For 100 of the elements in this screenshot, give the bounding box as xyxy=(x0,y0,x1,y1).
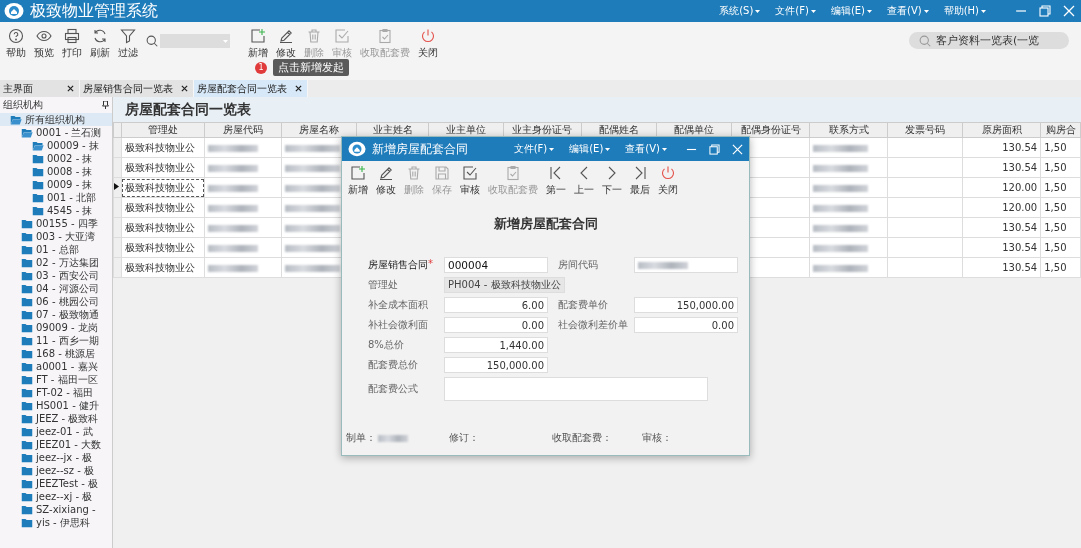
folder-icon xyxy=(21,322,33,333)
folder-icon xyxy=(21,361,33,372)
close-icon[interactable] xyxy=(295,85,302,92)
number-field[interactable]: 1,440.00 xyxy=(444,337,548,353)
tab[interactable]: 房屋配套合同一览表 xyxy=(194,80,308,97)
tab[interactable]: 房屋销售合同一览表 xyxy=(80,80,194,97)
restore-icon[interactable] xyxy=(709,143,720,155)
number-field[interactable]: 0.00 xyxy=(444,317,548,333)
toolbar-button[interactable]: 关闭 xyxy=(654,164,682,198)
menu-item[interactable]: 编辑(E) xyxy=(830,4,872,18)
tree-item[interactable]: 0002 - 抹 xyxy=(0,152,112,165)
toolbar-button[interactable]: 下一 xyxy=(598,164,626,198)
tree-item[interactable]: 001 - 北部 xyxy=(0,191,112,204)
folder-icon xyxy=(21,335,33,346)
tree-item[interactable]: 所有组织机构 xyxy=(0,113,112,126)
text-field[interactable]: 000004 xyxy=(444,257,548,273)
menu-item[interactable]: 文件(F) xyxy=(775,4,816,18)
tree-item[interactable]: FT - 福田一区 xyxy=(0,373,112,386)
column-header[interactable]: 房屋名称 xyxy=(281,122,357,138)
folder-icon xyxy=(21,400,33,411)
tree-item[interactable]: 00155 - 四季 xyxy=(0,217,112,230)
tree-item[interactable]: 11 - 西乡一期 xyxy=(0,334,112,347)
column-header[interactable]: 原房面积 xyxy=(962,122,1041,138)
pin-icon[interactable] xyxy=(102,101,109,109)
toolbar-button[interactable]: 修改 xyxy=(272,26,300,62)
restore-icon[interactable] xyxy=(1039,5,1051,17)
folder-icon xyxy=(21,387,33,398)
tree-item[interactable]: 04 - 河源公司 xyxy=(0,282,112,295)
toolbar-button[interactable]: 预览 xyxy=(30,26,58,62)
text-field[interactable]: PH004 - 极致科技物业公 xyxy=(444,277,565,293)
toolbar-button[interactable]: 新增 xyxy=(344,164,372,198)
table-cell: 1,50 xyxy=(1040,137,1081,158)
open-folder-icon xyxy=(21,127,33,138)
toolbar-button[interactable]: 最后 xyxy=(626,164,654,198)
toolbar-button[interactable]: 审核 xyxy=(456,164,484,198)
redacted-text xyxy=(812,264,868,272)
tree-item[interactable]: a0001 - 嘉兴 xyxy=(0,360,112,373)
toolbar-button[interactable]: 第一 xyxy=(542,164,570,198)
toolbar-button[interactable]: 修改 xyxy=(372,164,400,198)
tree-item[interactable]: 02 - 万达集团 xyxy=(0,256,112,269)
column-header[interactable]: 购房合 xyxy=(1040,122,1081,138)
toolbar-button[interactable]: 过滤 xyxy=(114,26,142,62)
tree-item[interactable]: 4545 - 抹 xyxy=(0,204,112,217)
clipboard-icon xyxy=(505,165,521,181)
tree-item[interactable]: FT-02 - 福田 xyxy=(0,386,112,399)
tree-item[interactable]: 168 - 桃源居 xyxy=(0,347,112,360)
column-header[interactable]: 配偶身份证号 xyxy=(731,122,810,138)
number-field[interactable]: 150,000.00 xyxy=(634,297,738,313)
table-cell: 130.54 xyxy=(962,157,1041,178)
menu-item[interactable]: 编辑(E) xyxy=(569,142,611,156)
tree-item[interactable]: 01 - 总部 xyxy=(0,243,112,256)
column-header[interactable]: 管理处 xyxy=(121,122,205,138)
toolbar-button[interactable]: 新增 xyxy=(244,26,272,62)
tree-item[interactable]: JEEZTest - 极 xyxy=(0,477,112,490)
tree-item[interactable]: 03 - 西安公司 xyxy=(0,269,112,282)
tree-item[interactable]: 06 - 桃园公司 xyxy=(0,295,112,308)
toolbar-button[interactable]: 关闭 xyxy=(414,26,442,62)
tree-item[interactable]: 07 - 极致物通 xyxy=(0,308,112,321)
tree-item[interactable]: jeez--jx - 极 xyxy=(0,451,112,464)
number-field[interactable]: 150,000.00 xyxy=(444,357,548,373)
menu-item[interactable]: 查看(V) xyxy=(625,142,667,156)
tree-item[interactable]: jeez--sz - 极 xyxy=(0,464,112,477)
tree-item[interactable]: 0001 - 兰石测 xyxy=(0,126,112,139)
tree-item[interactable]: HS001 - 健升 xyxy=(0,399,112,412)
toolbar-button[interactable]: 上一 xyxy=(570,164,598,198)
number-field[interactable]: 0.00 xyxy=(634,317,738,333)
tree-item[interactable]: SZ-xixiang - xyxy=(0,503,112,516)
menu-item[interactable]: 文件(F) xyxy=(513,142,555,156)
redacted-text xyxy=(208,264,259,272)
tree-item[interactable]: jeez--xj - 极 xyxy=(0,490,112,503)
toolbar-button[interactable]: 帮助 xyxy=(2,26,30,62)
global-search-field[interactable]: 客户资料一览表(一览 xyxy=(909,32,1069,49)
toolbar-button[interactable]: 刷新 xyxy=(86,26,114,62)
tree-item[interactable]: jeez-01 - 武 xyxy=(0,425,112,438)
add-icon xyxy=(250,28,266,44)
tree-item[interactable]: 09009 - 龙岗 xyxy=(0,321,112,334)
checkbox-icon xyxy=(334,28,350,44)
tree-item[interactable]: 00009 - 抹 xyxy=(0,139,112,152)
formula-field[interactable] xyxy=(444,377,708,401)
tree-item[interactable]: yis - 伊思科 xyxy=(0,516,112,529)
close-icon[interactable] xyxy=(67,85,74,92)
tree-item[interactable]: 003 - 大亚湾 xyxy=(0,230,112,243)
number-field[interactable]: 6.00 xyxy=(444,297,548,313)
tree-item[interactable]: JEEZ - 极致科 xyxy=(0,412,112,425)
tab[interactable]: 主界面 xyxy=(0,80,80,97)
menu-item[interactable]: 查看(V) xyxy=(887,4,929,18)
menu-item[interactable]: 系统(S) xyxy=(719,4,761,18)
field-label: 配套费总价 xyxy=(368,358,419,372)
menu-item[interactable]: 帮助(H) xyxy=(943,4,986,18)
close-icon[interactable] xyxy=(181,85,188,92)
tree-item[interactable]: 0009 - 抹 xyxy=(0,178,112,191)
tree-item[interactable]: JEEZ01 - 大数 xyxy=(0,438,112,451)
trash-icon xyxy=(406,165,422,181)
toolbar-button[interactable]: 打印 xyxy=(58,26,86,62)
tree-item[interactable]: 0008 - 抹 xyxy=(0,165,112,178)
column-header[interactable]: 联系方式 xyxy=(809,122,888,138)
text-field[interactable] xyxy=(634,257,738,273)
column-header[interactable]: 房屋代码 xyxy=(204,122,282,138)
filter-icon xyxy=(120,28,136,44)
column-header[interactable]: 发票号码 xyxy=(887,122,963,138)
